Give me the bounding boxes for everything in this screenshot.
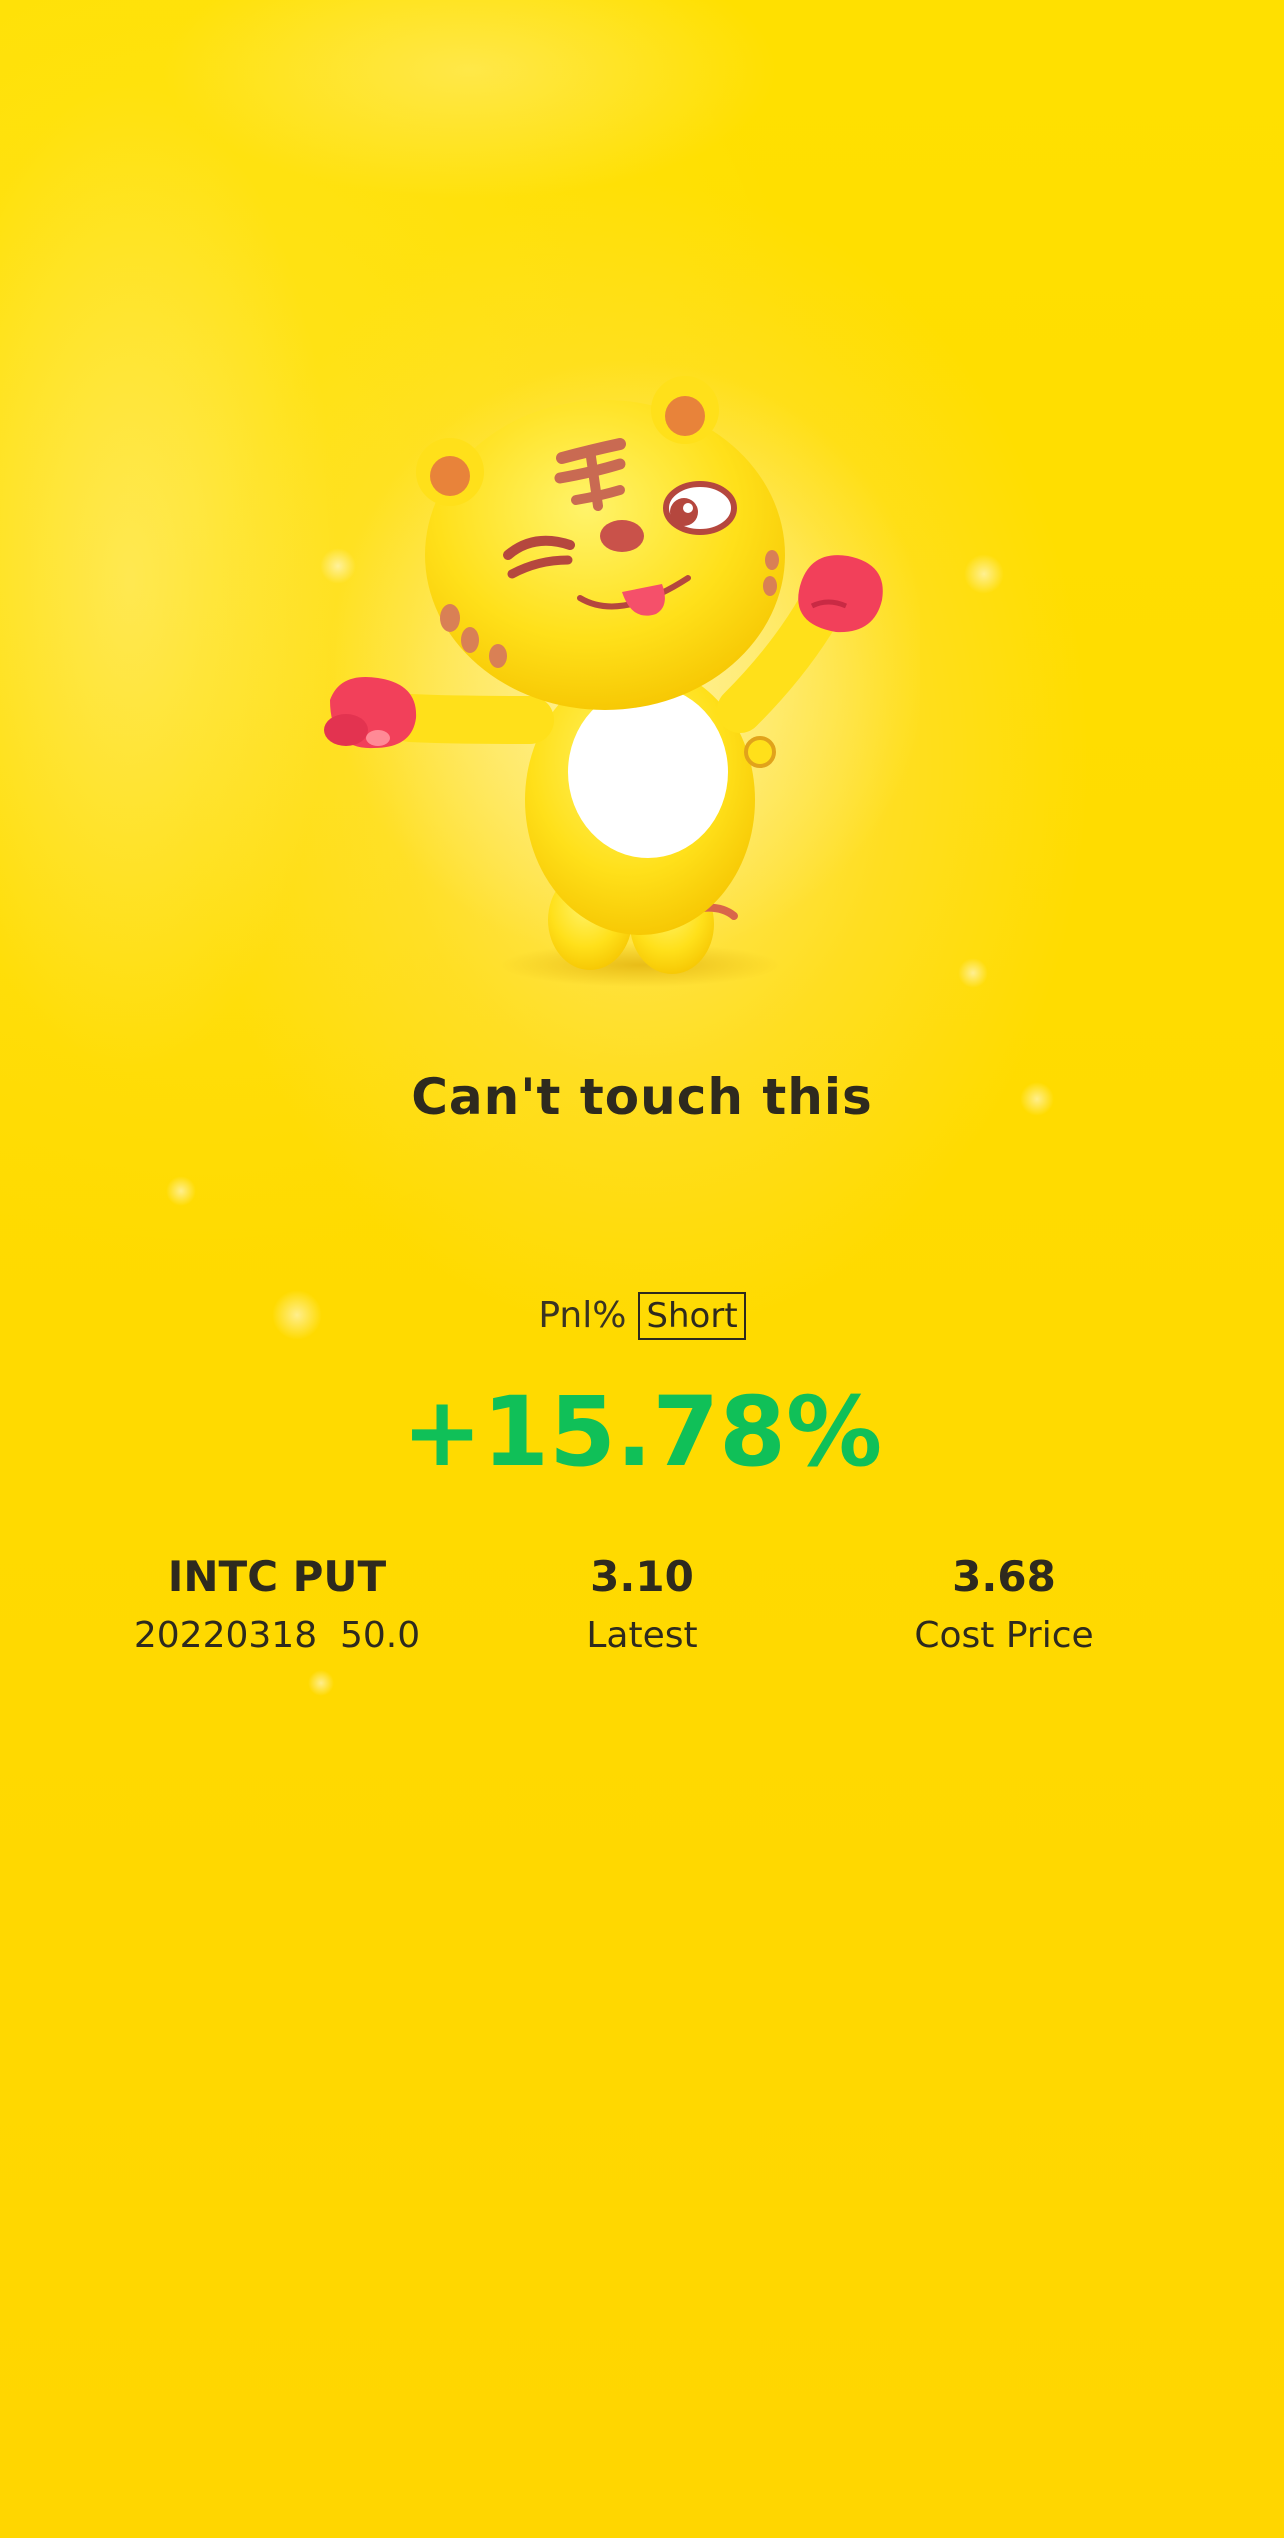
background-wisp: [0, 80, 340, 1080]
latest-value: 3.10: [590, 1552, 694, 1601]
background-sparkle: [958, 958, 988, 988]
symbol-name: INTC PUT: [167, 1552, 387, 1601]
latest-label: Latest: [586, 1615, 698, 1656]
background-sparkle: [166, 1176, 196, 1206]
background-sparkle: [308, 1670, 334, 1696]
stat-latest: 3.10 Latest: [462, 1552, 822, 1656]
cost-label: Cost Price: [914, 1615, 1094, 1656]
pnl-label: Pnl%: [538, 1295, 627, 1336]
tiger-mascot-icon: [324, 360, 920, 987]
direction-tag: Short: [638, 1292, 746, 1340]
cost-value: 3.68: [952, 1552, 1056, 1601]
stat-symbol: INTC PUT 20220318 50.0: [97, 1552, 457, 1656]
background-wisp: [160, 0, 780, 200]
stat-cost: 3.68 Cost Price: [824, 1552, 1184, 1656]
pnl-value: +15.78%: [401, 1376, 883, 1488]
share-card-screen: Can't touch this Pnl% Short +15.78% INTC …: [0, 0, 1284, 2538]
pnl-label-row: Pnl% Short: [0, 1292, 1284, 1340]
background-sparkle: [964, 554, 1004, 594]
caption-text: Can't touch this: [411, 1068, 873, 1126]
contract-info: 20220318 50.0: [133, 1615, 421, 1656]
